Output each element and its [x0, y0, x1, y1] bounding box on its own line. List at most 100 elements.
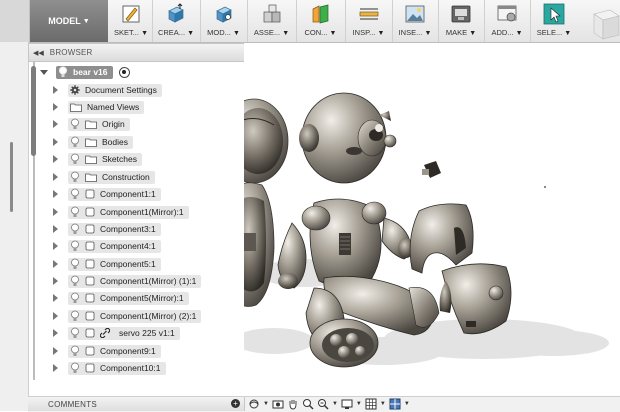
toolbar-group-create[interactable]: CREA... ▼	[152, 0, 201, 42]
expand-icon[interactable]	[53, 329, 58, 337]
expand-icon[interactable]	[53, 120, 58, 128]
expand-icon[interactable]	[53, 277, 58, 285]
tree-item-pill[interactable]: Component3:1	[68, 222, 161, 236]
root-node[interactable]: bear v16	[56, 65, 113, 79]
zoom-window-icon[interactable]	[317, 398, 329, 410]
tree-item-pill[interactable]: servo 225 v1:1	[68, 326, 180, 340]
toolbar-group-sketch[interactable]: SKET... ▼	[110, 0, 153, 42]
expand-icon[interactable]	[53, 86, 58, 94]
chevron-down-icon[interactable]: ▼	[380, 401, 386, 407]
collapse-panel-icon[interactable]: ◀◀	[33, 49, 44, 57]
tree-item-component[interactable]: Component10:1	[53, 361, 166, 375]
orbit-icon[interactable]	[248, 398, 260, 410]
tree-item-pill[interactable]: Component1(Mirror) (1):1	[68, 274, 202, 288]
display-settings-icon[interactable]	[341, 398, 353, 410]
workspace-switcher[interactable]: MODEL ▼	[30, 0, 108, 42]
robot-arm-left[interactable]	[277, 222, 307, 289]
lightbulb-icon[interactable]	[70, 362, 80, 374]
toolbar-group-modify[interactable]: MOD... ▼	[200, 0, 248, 42]
lightbulb-icon[interactable]	[70, 310, 80, 322]
tree-item-sketches[interactable]: Sketches	[53, 152, 142, 166]
tree-item-component[interactable]: Component1(Mirror):1	[53, 205, 189, 219]
tree-item-component[interactable]: Component4:1	[53, 239, 161, 253]
lightbulb-icon[interactable]	[70, 171, 80, 183]
browser-scroll-thumb[interactable]	[31, 66, 36, 156]
toolbar-group-assemble[interactable]: ASSE... ▼	[247, 0, 297, 42]
tree-item-component[interactable]: Component5:1	[53, 257, 161, 271]
robot-head[interactable]	[299, 92, 397, 184]
expand-icon[interactable]	[53, 347, 58, 355]
small-part[interactable]	[422, 161, 441, 178]
tree-item-component[interactable]: Component1(Mirror) (2):1	[53, 309, 202, 323]
grid-settings-icon[interactable]	[365, 398, 377, 410]
app-menu-area[interactable]	[0, 0, 30, 42]
toolbar-group-addins[interactable]: ADD... ▼	[484, 0, 531, 42]
tree-item-bodies[interactable]: Bodies	[53, 135, 133, 149]
expand-icon[interactable]	[53, 312, 58, 320]
tree-item-pill[interactable]: Sketches	[68, 152, 142, 166]
tree-item-pill[interactable]: Named Views	[68, 100, 145, 114]
toolbar-group-inspect[interactable]: INSP... ▼	[345, 0, 393, 42]
expand-icon[interactable]	[40, 69, 48, 75]
robot-foot[interactable]	[309, 318, 379, 368]
chevron-down-icon[interactable]: ▼	[404, 401, 410, 407]
tree-item-named-views[interactable]: Named Views	[53, 100, 145, 114]
robot-arm-right[interactable]	[381, 217, 414, 260]
chevron-down-icon[interactable]: ▼	[332, 401, 338, 407]
tree-root[interactable]: bear v16	[40, 65, 130, 79]
tree-item-linked-component[interactable]: servo 225 v1:1	[53, 326, 180, 340]
expand-icon[interactable]	[53, 225, 58, 233]
expand-icon[interactable]	[53, 190, 58, 198]
viewcube-icon[interactable]	[586, 6, 620, 40]
tree-item-component[interactable]: Component1:1	[53, 187, 161, 201]
tree-item-pill[interactable]: Component5(Mirror):1	[68, 291, 189, 305]
viewports-icon[interactable]	[389, 398, 401, 410]
lightbulb-icon[interactable]	[58, 66, 68, 78]
lightbulb-icon[interactable]	[70, 153, 80, 165]
lightbulb-icon[interactable]	[70, 136, 80, 148]
tree-item-component[interactable]: Component9:1	[53, 344, 161, 358]
head-shell-left[interactable]	[219, 98, 289, 184]
rail-scroll-handle[interactable]	[10, 142, 13, 212]
expand-icon[interactable]	[53, 208, 58, 216]
expand-icon[interactable]	[53, 103, 58, 111]
toolbar-group-make[interactable]: MAKE ▼	[438, 0, 485, 42]
tree-item-pill[interactable]: Document Settings	[68, 83, 162, 97]
lightbulb-icon[interactable]	[70, 258, 80, 270]
look-at-icon[interactable]	[272, 398, 284, 410]
lightbulb-icon[interactable]	[70, 345, 80, 357]
toolbar-group-select[interactable]: SELE... ▼	[530, 0, 578, 42]
chevron-down-icon[interactable]: ▼	[263, 401, 269, 407]
toolbar-group-insert[interactable]: INSE... ▼	[392, 0, 439, 42]
body-shell-left[interactable]	[227, 182, 275, 307]
expand-icon[interactable]	[53, 364, 58, 372]
add-comment-icon[interactable]: +	[231, 399, 240, 408]
expand-icon[interactable]	[53, 155, 58, 163]
expand-icon[interactable]	[53, 260, 58, 268]
tree-item-document-settings[interactable]: Document Settings	[53, 83, 162, 97]
pan-hand-icon[interactable]	[287, 398, 299, 410]
exploded-robot-model[interactable]	[219, 43, 620, 395]
zoom-icon[interactable]	[302, 398, 314, 410]
lightbulb-icon[interactable]	[70, 223, 80, 235]
lightbulb-icon[interactable]	[70, 118, 80, 130]
toolbar-group-construct[interactable]: CON... ▼	[296, 0, 346, 42]
back-shell-upper[interactable]	[409, 203, 474, 274]
expand-icon[interactable]	[53, 294, 58, 302]
tree-item-pill[interactable]: Component1(Mirror):1	[68, 205, 189, 219]
activate-component-icon[interactable]	[118, 66, 130, 78]
expand-icon[interactable]	[53, 242, 58, 250]
browser-header[interactable]: ◀◀ BROWSER	[28, 43, 246, 62]
lightbulb-icon[interactable]	[70, 275, 80, 287]
canvas-viewport[interactable]	[219, 43, 620, 395]
comments-panel-header[interactable]: COMMENTS +	[28, 397, 245, 411]
tree-item-pill[interactable]: Component9:1	[68, 344, 161, 358]
tree-item-pill[interactable]: Bodies	[68, 135, 133, 149]
tree-item-pill[interactable]: Construction	[68, 170, 155, 184]
tree-item-construction[interactable]: Construction	[53, 170, 155, 184]
lightbulb-icon[interactable]	[70, 188, 80, 200]
tree-item-origin[interactable]: Origin	[53, 117, 130, 131]
lightbulb-icon[interactable]	[70, 206, 80, 218]
lightbulb-icon[interactable]	[70, 327, 80, 339]
tree-item-pill[interactable]: Component1(Mirror) (2):1	[68, 309, 202, 323]
